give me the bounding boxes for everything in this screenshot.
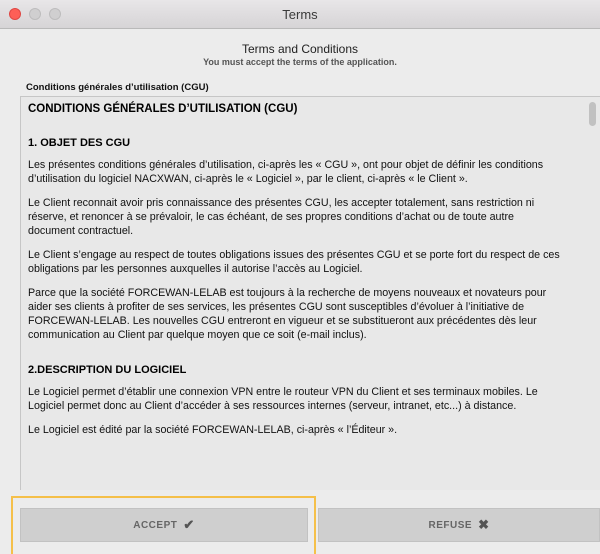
refuse-label: REFUSE [428,519,473,531]
document-heading: CONDITIONS GÉNÉRALES D’UTILISATION (CGU) [28,103,298,115]
section-title-2: 2.DESCRIPTION DU LOGICIEL [28,364,187,376]
paragraph: Les présentes conditions générales d’uti… [28,159,544,185]
x-icon: ✖ [478,517,490,532]
title-bar[interactable]: Terms [0,0,600,29]
page-subtitle: You must accept the terms of the applica… [203,57,397,67]
paragraph: Le Client s’engage au respect de toutes … [28,249,560,275]
page-title: Terms and Conditions [241,42,359,56]
accept-button[interactable]: ACCEPT ✔ [20,508,308,542]
terms-text-area[interactable]: CONDITIONS GÉNÉRALES D’UTILISATION (CGU)… [20,96,600,490]
terms-window: Terms Terms and Conditions You must acce… [0,0,600,554]
accept-label: ACCEPT [133,519,178,531]
window-title: Terms [282,7,318,22]
checkmark-icon: ✔ [183,517,195,532]
paragraph: Le Logiciel permet d’établir une connexi… [28,386,538,412]
paragraph: Parce que la société FORCEWAN-LELAB est … [28,287,547,341]
header: Terms and Conditions You must accept the… [0,42,600,67]
scrollbar-thumb[interactable] [589,102,596,126]
section-title-1: 1. OBJET DES CGU [28,137,131,149]
refuse-button[interactable]: REFUSE ✖ [318,508,600,542]
cgu-field-label: Conditions générales d’utilisation (CGU) [26,82,209,93]
button-row: ACCEPT ✔ REFUSE ✖ [0,508,600,542]
paragraph: Le Logiciel est édité par la société FOR… [28,424,398,436]
paragraph: Le Client reconnait avoir pris connaissa… [28,197,535,237]
